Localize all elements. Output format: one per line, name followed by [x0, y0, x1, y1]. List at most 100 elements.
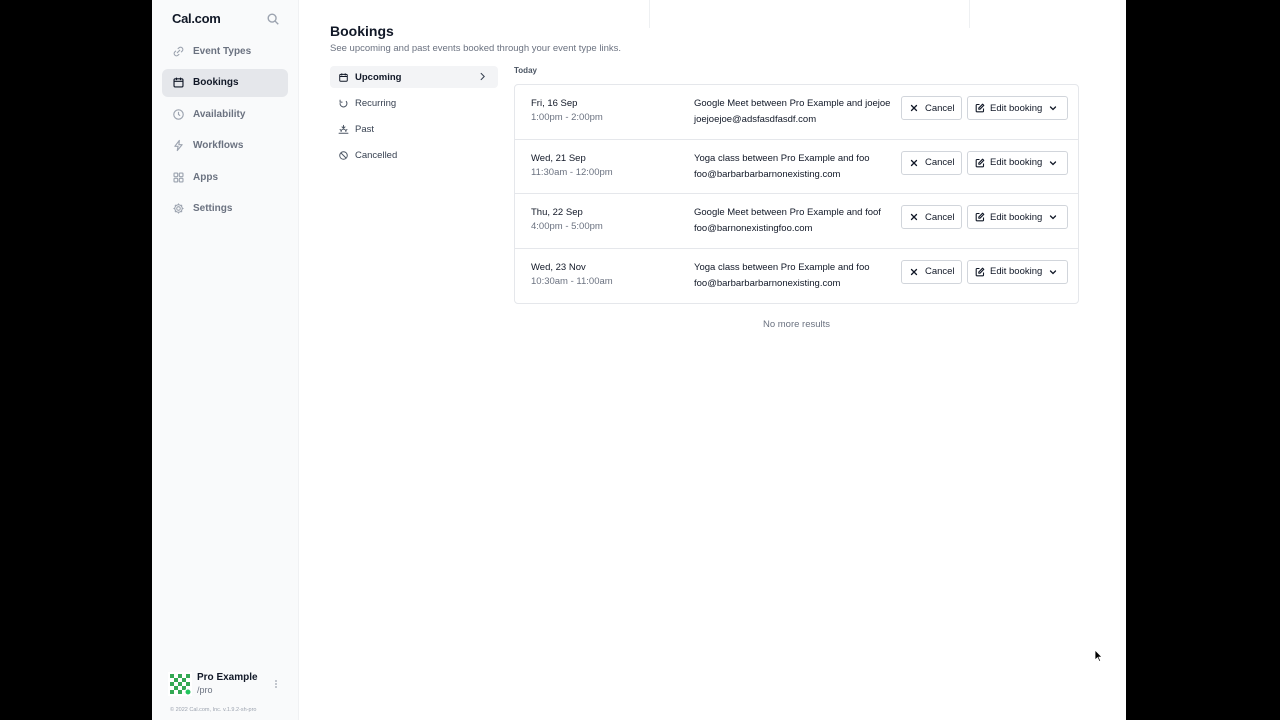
sidebar-nav: Event Types Bookings Availability Workfl…: [162, 37, 288, 226]
booking-time: 1:00pm - 2:00pm: [531, 112, 603, 123]
tab-upcoming[interactable]: Upcoming: [330, 66, 498, 88]
chevron-down-icon: [1050, 215, 1057, 220]
edit-booking-label: Edit booking: [990, 266, 1043, 277]
booking-row[interactable]: Fri, 16 Sep 1:00pm - 2:00pm Google Meet …: [515, 85, 1078, 140]
sidebar-item-settings[interactable]: Settings: [162, 195, 288, 223]
booking-row[interactable]: Thu, 22 Sep 4:00pm - 5:00pm Google Meet …: [515, 194, 1078, 249]
more-vertical-icon[interactable]: [270, 678, 282, 690]
edit-icon: [975, 267, 985, 276]
mouse-cursor-icon: [1094, 649, 1103, 662]
booking-date: Fri, 16 Sep: [531, 98, 578, 109]
sidebar-item-label: Event Types: [193, 45, 252, 57]
edit-booking-label: Edit booking: [990, 102, 1043, 114]
close-icon: [910, 159, 918, 166]
cancel-label: Cancel: [925, 266, 955, 277]
bookings-list: Fri, 16 Sep 1:00pm - 2:00pm Google Meet …: [514, 84, 1079, 304]
close-icon: [910, 268, 918, 275]
booking-row[interactable]: Wed, 23 Nov 10:30am - 11:00am Yoga class…: [515, 249, 1078, 304]
booking-date: Wed, 23 Nov: [531, 261, 586, 273]
edit-booking-button[interactable]: Edit booking: [967, 150, 1068, 175]
cancel-label: Cancel: [925, 102, 955, 114]
tab-label: Upcoming: [355, 71, 402, 83]
sidebar-item-availability[interactable]: Availability: [162, 100, 288, 128]
page-subtitle: See upcoming and past events booked thro…: [330, 43, 621, 54]
booking-email: joejoejoe@adsfasdfasdf.com: [694, 114, 817, 125]
booking-email: foo@barnonexistingfoo.com: [694, 223, 813, 234]
user-menu[interactable]: Pro Example /pro: [168, 672, 282, 696]
main-content: Bookings See upcoming and past events bo…: [300, 0, 1126, 720]
booking-time: 10:30am - 11:00am: [531, 275, 613, 287]
top-strip: [330, 0, 970, 28]
booking-title[interactable]: Yoga class between Pro Example and foo: [694, 153, 870, 164]
bolt-icon: [174, 139, 183, 152]
tab-label: Recurring: [355, 97, 397, 109]
edit-icon: [975, 103, 985, 113]
user-handle: /pro: [197, 685, 213, 695]
user-info: Pro Example /pro: [197, 672, 258, 696]
sunset-icon: [338, 124, 349, 134]
booking-title[interactable]: Yoga class between Pro Example and foo: [694, 262, 870, 273]
booking-date: Thu, 22 Sep: [531, 207, 583, 218]
booking-time: 4:00pm - 5:00pm: [531, 221, 603, 232]
booking-email: foo@barbarbarbarnonexisting.com: [694, 277, 841, 289]
booking-title[interactable]: Google Meet between Pro Example and joej…: [694, 98, 890, 109]
cancel-button[interactable]: Cancel: [901, 150, 962, 175]
sidebar-item-event-types[interactable]: Event Types: [162, 37, 288, 65]
ban-icon: [339, 151, 348, 161]
copyright-text: © 2022 Cal.com, Inc. v.1.9.2-sh-pro: [170, 707, 257, 713]
sidebar-item-label: Workflows: [193, 140, 244, 151]
gear-icon: [173, 203, 184, 214]
tab-recurring[interactable]: Recurring: [330, 92, 498, 114]
section-label-today: Today: [514, 66, 537, 75]
sidebar-item-label: Apps: [193, 171, 218, 183]
booking-date: Wed, 21 Sep: [531, 152, 586, 164]
tab-past[interactable]: Past: [330, 119, 498, 141]
avatar: [168, 672, 192, 696]
edit-booking-label: Edit booking: [990, 157, 1043, 168]
cancel-label: Cancel: [925, 211, 955, 223]
grid-icon: [173, 171, 184, 183]
edit-booking-label: Edit booking: [990, 211, 1043, 223]
cancel-label: Cancel: [925, 157, 955, 168]
booking-row[interactable]: Wed, 21 Sep 11:30am - 12:00pm Yoga class…: [515, 140, 1078, 194]
close-icon: [910, 213, 918, 221]
close-icon: [910, 104, 918, 112]
edit-booking-button[interactable]: Edit booking: [967, 259, 1068, 284]
tab-label: Past: [355, 124, 375, 136]
app-window: Cal.com Event Types Bookings Availabilit…: [152, 0, 1126, 720]
sidebar-item-bookings[interactable]: Bookings: [162, 68, 288, 97]
edit-icon: [975, 158, 985, 167]
chevron-right-icon: [480, 72, 485, 81]
booking-title[interactable]: Google Meet between Pro Example and foof: [694, 207, 881, 218]
sidebar-item-workflows[interactable]: Workflows: [162, 132, 288, 160]
cancel-button[interactable]: Cancel: [901, 96, 962, 120]
sidebar-item-label: Bookings: [193, 77, 239, 88]
brand-logo[interactable]: Cal.com: [172, 11, 221, 26]
sidebar-item-apps[interactable]: Apps: [162, 163, 288, 191]
tab-cancelled[interactable]: Cancelled: [330, 145, 498, 167]
booking-time: 11:30am - 12:00pm: [531, 166, 613, 178]
rotate-icon: [339, 99, 348, 108]
tab-label: Cancelled: [355, 150, 398, 162]
sidebar-item-label: Settings: [193, 203, 233, 214]
search-icon[interactable]: [266, 12, 280, 26]
calendar-icon: [339, 72, 348, 82]
cancel-button[interactable]: Cancel: [901, 205, 962, 229]
booking-tabs: Upcoming Recurring Past Cancelled: [330, 66, 498, 171]
link-icon: [173, 46, 184, 56]
user-name: Pro Example: [197, 672, 258, 683]
page-title: Bookings: [330, 23, 394, 39]
chevron-down-icon: [1050, 269, 1057, 274]
edit-booking-button[interactable]: Edit booking: [967, 205, 1068, 229]
no-more-results: No more results: [762, 319, 831, 330]
edit-booking-button[interactable]: Edit booking: [967, 96, 1068, 120]
chevron-down-icon: [1050, 160, 1057, 165]
sidebar: Cal.com Event Types Bookings Availabilit…: [152, 0, 299, 720]
clock-icon: [173, 108, 184, 120]
chevron-down-icon: [1050, 106, 1057, 111]
calendar-icon: [173, 77, 184, 88]
booking-email: foo@barbarbarbarnonexisting.com: [694, 168, 841, 180]
sidebar-item-label: Availability: [193, 108, 246, 120]
edit-icon: [975, 212, 985, 222]
cancel-button[interactable]: Cancel: [901, 259, 962, 284]
